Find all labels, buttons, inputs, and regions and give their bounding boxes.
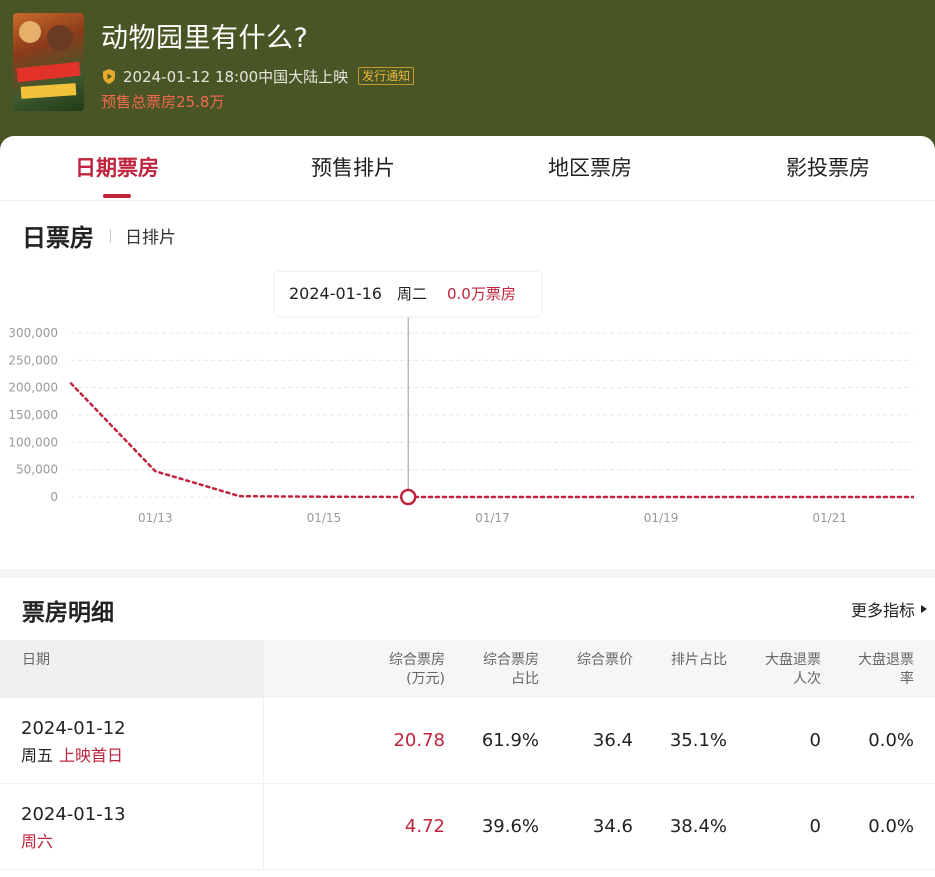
tab-daily-box-office[interactable]: 日期票房 <box>75 152 159 182</box>
y-tick-label: 200,000 <box>8 381 58 395</box>
section-gap <box>0 569 935 578</box>
y-tick-label: 50,000 <box>16 463 58 477</box>
divider <box>110 228 111 243</box>
poster-art <box>47 25 73 51</box>
cell-refund-count: 0 <box>809 730 821 751</box>
row-date-cell: 2024-01-12 周五 上映首日 <box>0 698 264 784</box>
cell-refund-count: 0 <box>809 816 821 837</box>
presale-total: 预售总票房25.8万 <box>101 93 225 111</box>
tab-region-box-office[interactable]: 地区票房 <box>548 152 632 182</box>
poster-art <box>20 83 77 99</box>
row-date: 2024-01-13 <box>21 804 126 825</box>
tooltip-date: 2024-01-16 <box>289 284 382 303</box>
row-weekday-line: 周五 上映首日 <box>21 742 123 766</box>
box-office-chart[interactable]: 300,000 250,000 200,000 150,000 100,000 50,00… <box>0 264 935 564</box>
y-tick-label: 0 <box>50 490 58 504</box>
divider <box>0 200 935 201</box>
more-metrics-link[interactable]: 更多指标 <box>851 597 927 621</box>
daily-schedule-toggle[interactable]: 日排片 <box>125 223 176 248</box>
row-tag: 上映首日 <box>59 746 124 765</box>
cell-box-office: 4.72 <box>404 816 445 837</box>
daily-box-office-toggle[interactable]: 日票房 <box>22 218 94 253</box>
cell-box-share: 39.6% <box>481 816 539 837</box>
x-tick-label: 01/13 <box>138 511 173 525</box>
y-tick-label: 300,000 <box>8 326 58 340</box>
cell-box-share: 61.9% <box>481 730 539 751</box>
col-date: 日期 <box>22 652 50 668</box>
x-tick-label: 01/21 <box>812 511 847 525</box>
tab-presale-schedule[interactable]: 预售排片 <box>311 152 395 182</box>
release-text: 2024-01-12 18:00中国大陆上映 <box>123 67 349 86</box>
cell-box-office: 20.78 <box>393 730 445 751</box>
tooltip-weekday: 周二 <box>397 285 427 303</box>
row-weekday: 周五 <box>21 746 54 765</box>
notice-badge[interactable]: 发行通知 <box>358 67 415 85</box>
col-avg-price[interactable]: 综合票价 <box>577 651 633 670</box>
detail-title: 票房明细 <box>22 600 114 626</box>
row-weekday-line: 周六 <box>21 828 59 852</box>
tab-indicator <box>103 194 131 198</box>
cell-avg-price: 34.6 <box>592 816 633 837</box>
tooltip-value: 0.0万票房 <box>447 285 516 303</box>
y-tick-label: 150,000 <box>8 408 58 422</box>
col-refund-count[interactable]: 大盘退票 人次 <box>765 651 821 689</box>
poster-art <box>16 61 81 83</box>
shield-icon <box>103 68 115 84</box>
series-line <box>69 382 915 499</box>
table-row[interactable]: 2024-01-13 周六 4.72 39.6% 34.6 38.4% 0 0.… <box>0 784 935 870</box>
release-info: 2024-01-12 18:00中国大陆上映 发行通知 <box>101 66 415 86</box>
col-box-share[interactable]: 综合票房 占比 <box>483 651 539 689</box>
movie-poster[interactable] <box>13 13 84 111</box>
row-date: 2024-01-12 <box>21 718 126 739</box>
movie-header: 动物园里有什么? 2024-01-12 18:00中国大陆上映 发行通知 预售总… <box>0 0 935 150</box>
cell-schedule-share: 38.4% <box>669 816 727 837</box>
cell-refund-rate: 0.0% <box>868 816 914 837</box>
row-weekday: 周六 <box>21 832 54 851</box>
x-tick-label: 01/15 <box>307 511 342 525</box>
cell-avg-price: 36.4 <box>592 730 633 751</box>
table-row[interactable]: 2024-01-12 周五 上映首日 20.78 61.9% 36.4 35.1%… <box>0 698 935 784</box>
poster-art <box>19 21 41 43</box>
y-tick-label: 100,000 <box>8 435 58 449</box>
tab-cinema-chain-box-office[interactable]: 影投票房 <box>786 152 870 182</box>
y-tick-label: 250,000 <box>8 353 58 367</box>
cell-schedule-share: 35.1% <box>669 730 727 751</box>
col-schedule-share[interactable]: 排片占比 <box>671 651 727 670</box>
content-card: 日期票房 预售排片 地区票房 影投票房 日票房 日排片 300,000 250,0… <box>0 136 935 877</box>
triangle-right-icon <box>921 605 927 613</box>
cell-refund-rate: 0.0% <box>868 730 914 751</box>
x-tick-label: 01/19 <box>644 511 679 525</box>
more-metrics-label: 更多指标 <box>850 601 915 620</box>
x-tick-label: 01/17 <box>475 511 510 525</box>
tab-bar: 日期票房 预售排片 地区票房 影投票房 <box>0 136 935 200</box>
chart-section-header: 日票房 日排片 <box>22 218 176 253</box>
data-point <box>399 488 417 506</box>
col-refund-rate[interactable]: 大盘退票率 <box>858 651 914 689</box>
col-box-office[interactable]: 综合票房 (万元) <box>389 651 445 689</box>
movie-title: 动物园里有什么? <box>101 23 309 54</box>
table-header: 日期 综合票房 (万元) 综合票房 占比 综合票价 排片占比 大盘退票 人次 大盘退票… <box>0 640 935 698</box>
row-date-cell: 2024-01-13 周六 <box>0 784 264 870</box>
